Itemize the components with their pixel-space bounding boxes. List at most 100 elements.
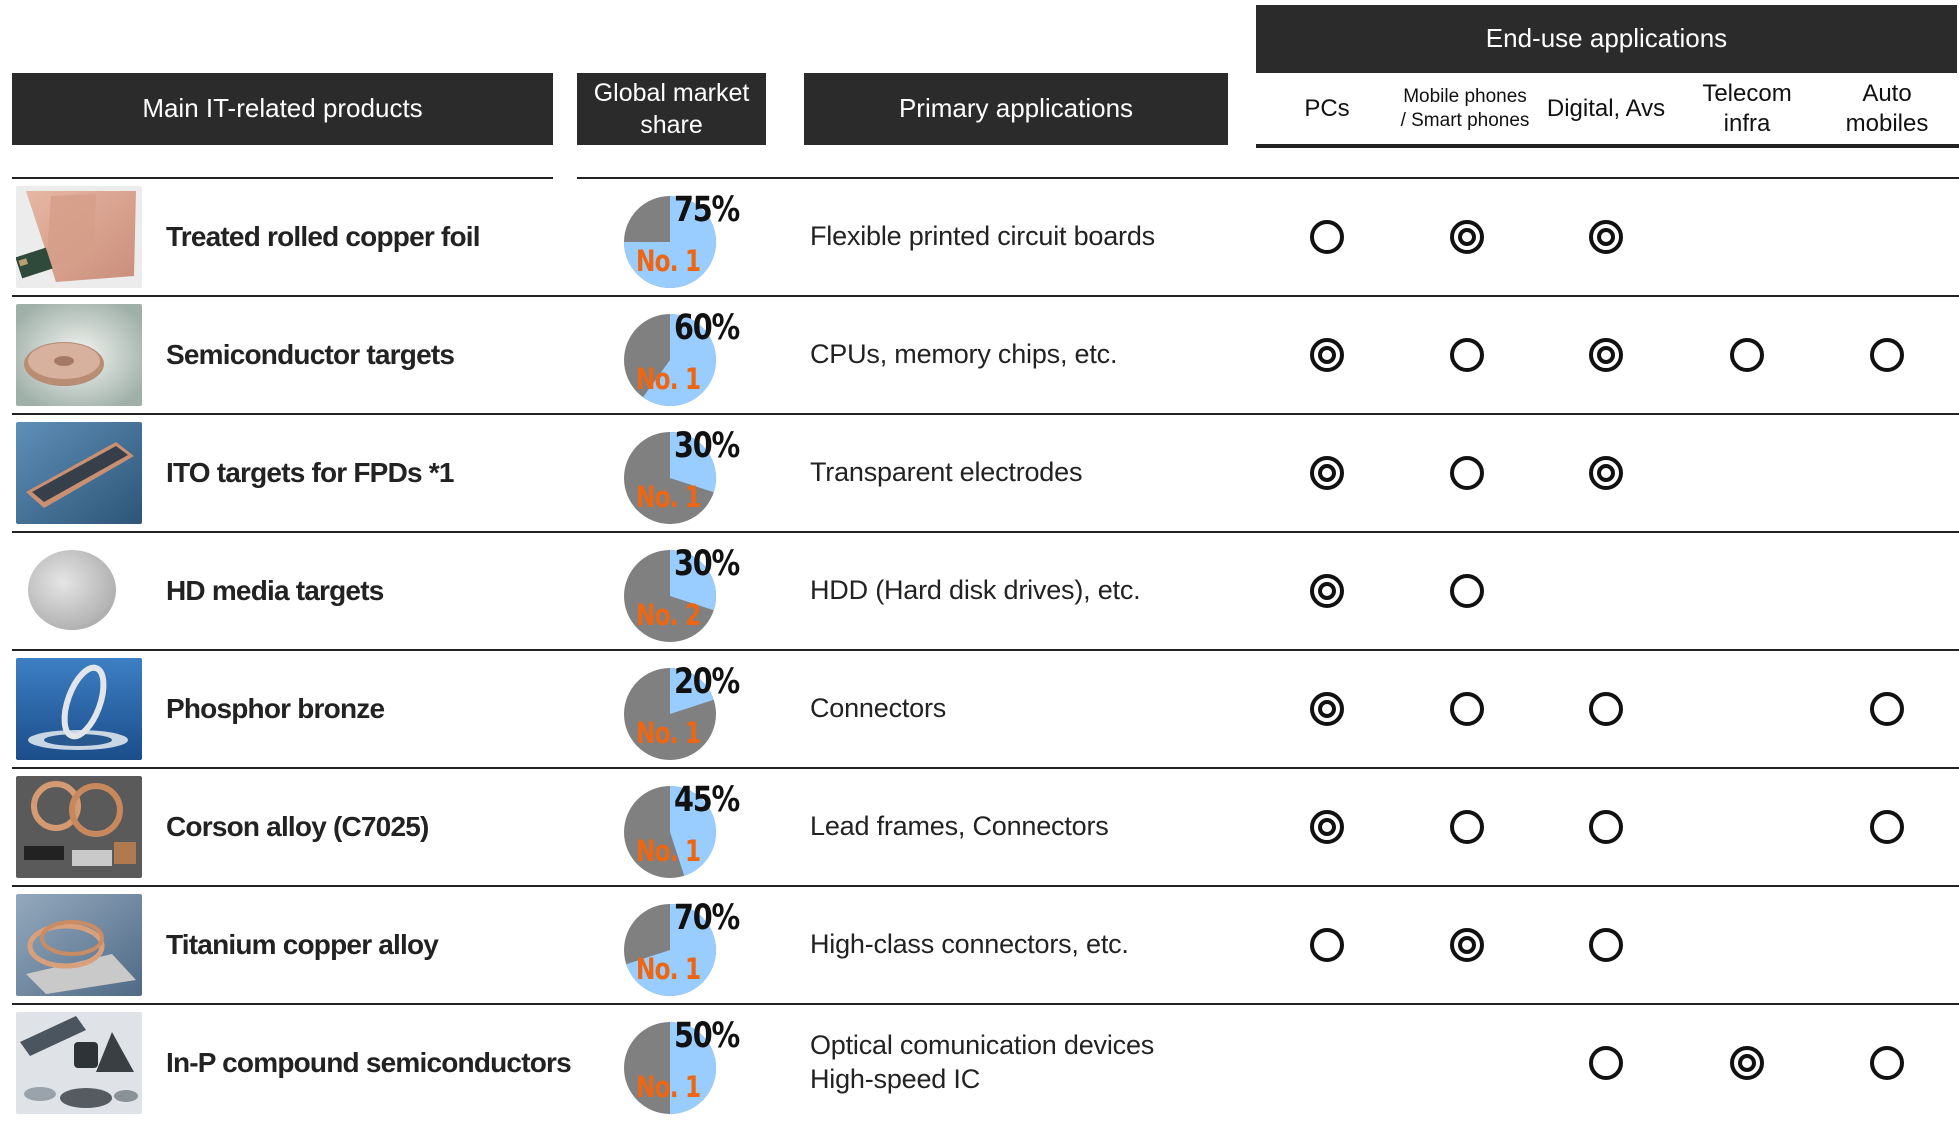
- end-use-telecom-label-1: Telecom: [1702, 80, 1792, 107]
- share-percent: 20%: [674, 662, 740, 702]
- product-name: Phosphor bronze: [166, 693, 385, 724]
- header-market-share-line2: share: [640, 111, 703, 139]
- double-circle-mark: [1589, 220, 1623, 254]
- market-share-pie: 60% No. 1: [616, 304, 746, 414]
- circle-mark: [1589, 692, 1623, 726]
- market-share-pie: 20% No. 1: [616, 658, 746, 768]
- hd-media-target-photo: [16, 540, 142, 642]
- market-share-pie: 30% No. 1: [616, 422, 746, 532]
- header-market-share-line1: Global market: [593, 78, 750, 107]
- primary-application: CPUs, memory chips, etc.: [810, 296, 1117, 414]
- share-percent: 70%: [674, 898, 740, 938]
- share-percent: 75%: [674, 190, 740, 230]
- product-name: HD media targets: [166, 575, 384, 606]
- share-rank: No. 1: [636, 834, 701, 868]
- product-name: In-P compound semiconductors: [166, 1047, 572, 1078]
- header-end-use: End-use applications: [1256, 5, 1957, 73]
- application-line: High-class connectors, etc.: [810, 929, 1129, 960]
- share-rank: No. 1: [636, 1070, 701, 1104]
- double-circle-mark: [1310, 692, 1344, 726]
- double-circle-mark: [1310, 338, 1344, 372]
- double-circle-mark: [1730, 1046, 1764, 1080]
- circle-mark: [1450, 574, 1484, 608]
- product-name: Corson alloy (C7025): [166, 811, 429, 842]
- header-market-share: Global market share: [577, 73, 766, 145]
- circle-mark: [1730, 338, 1764, 372]
- table-row: ITO targets for FPDs *1 30% No. 1 Transpare…: [0, 414, 1959, 533]
- end-use-col-digital: Digital, Avs: [1536, 75, 1676, 143]
- circle-mark: [1870, 338, 1904, 372]
- share-percent: 30%: [674, 544, 740, 584]
- circle-mark: [1450, 338, 1484, 372]
- end-use-mobile-label-2: / Smart phones: [1400, 110, 1530, 131]
- end-use-col-pcs: PCs: [1257, 75, 1397, 143]
- end-use-col-mobile: Mobile phones / Smart phones: [1390, 75, 1540, 143]
- market-share-pie: 45% No. 1: [616, 776, 746, 886]
- circle-mark: [1450, 456, 1484, 490]
- titanium-copper-photo: [16, 894, 142, 996]
- table-row: Treated rolled copper foil 75% No. 1 Flexib…: [0, 178, 1959, 297]
- share-rank: No. 1: [636, 362, 701, 396]
- end-use-mobile-label-1: Mobile phones: [1403, 86, 1527, 108]
- primary-application: HDD (Hard disk drives), etc.: [810, 532, 1141, 650]
- product-name: Semiconductor targets: [166, 339, 455, 370]
- application-line: Lead frames, Connectors: [810, 811, 1109, 842]
- table-row: Semiconductor targets 60% No. 1 CPUs, memor…: [0, 296, 1959, 415]
- application-line: High-speed IC: [810, 1064, 980, 1094]
- table-row: HD media targets 30% No. 2 HDD (Hard disk d…: [0, 532, 1959, 651]
- circle-mark: [1450, 692, 1484, 726]
- primary-application: Optical comunication devices High-speed I…: [810, 1004, 1154, 1122]
- end-use-pcs-label: PCs: [1304, 95, 1350, 122]
- inp-semiconductor-photo: [16, 1012, 142, 1114]
- product-name: Titanium copper alloy: [166, 929, 439, 960]
- application-line: HDD (Hard disk drives), etc.: [810, 575, 1141, 606]
- circle-mark: [1310, 220, 1344, 254]
- share-rank: No. 1: [636, 716, 701, 750]
- circle-mark: [1870, 692, 1904, 726]
- application-line: Connectors: [810, 693, 947, 724]
- primary-application: Flexible printed circuit boards: [810, 178, 1155, 296]
- header-products: Main IT-related products: [12, 73, 553, 145]
- end-use-telecom-label-2: infra: [1723, 110, 1771, 137]
- circle-mark: [1589, 810, 1623, 844]
- corson-alloy-photo: [16, 776, 142, 878]
- table-row: Titanium copper alloy 70% No. 1 High-class …: [0, 886, 1959, 1005]
- primary-application: Connectors: [810, 650, 946, 768]
- header-applications: Primary applications: [804, 73, 1228, 145]
- double-circle-mark: [1589, 338, 1623, 372]
- product-name: ITO targets for FPDs *1: [166, 457, 454, 488]
- phosphor-bronze-photo: [16, 658, 142, 760]
- share-percent: 45%: [674, 780, 740, 820]
- double-circle-mark: [1310, 456, 1344, 490]
- market-share-pie: 75% No. 1: [616, 186, 746, 296]
- market-share-pie: 50% No. 1: [616, 1012, 746, 1122]
- double-circle-mark: [1450, 220, 1484, 254]
- share-rank: No. 2: [636, 598, 701, 632]
- table-row: Phosphor bronze 20% No. 1 Connectors: [0, 650, 1959, 769]
- double-circle-mark: [1589, 456, 1623, 490]
- share-percent: 60%: [674, 308, 740, 348]
- share-rank: No. 1: [636, 244, 701, 278]
- product-name: Treated rolled copper foil: [166, 221, 481, 252]
- primary-application: Transparent electrodes: [810, 414, 1082, 532]
- share-percent: 50%: [674, 1016, 740, 1056]
- end-use-col-telecom: Telecom infra: [1677, 75, 1817, 143]
- share-rank: No. 1: [636, 952, 701, 986]
- primary-application: Lead frames, Connectors: [810, 768, 1109, 886]
- circle-mark: [1589, 1046, 1623, 1080]
- end-use-col-auto: Auto mobiles: [1817, 75, 1957, 143]
- end-use-auto-label-2: mobiles: [1845, 110, 1929, 137]
- table-row: In-P compound semiconductors 50% No. 1 Opti…: [0, 1004, 1959, 1122]
- double-circle-mark: [1450, 928, 1484, 962]
- market-share-pie: 70% No. 1: [616, 894, 746, 1004]
- application-line: Transparent electrodes: [810, 457, 1083, 488]
- application-line: CPUs, memory chips, etc.: [810, 339, 1118, 370]
- end-use-auto-label-1: Auto: [1862, 80, 1912, 107]
- end-use-header-rule: [1256, 144, 1959, 148]
- application-line: Flexible printed circuit boards: [810, 221, 1155, 252]
- ito-target-photo: [16, 422, 142, 524]
- primary-application: High-class connectors, etc.: [810, 886, 1129, 1004]
- circle-mark: [1870, 1046, 1904, 1080]
- circle-mark: [1589, 928, 1623, 962]
- share-rank: No. 1: [636, 480, 701, 514]
